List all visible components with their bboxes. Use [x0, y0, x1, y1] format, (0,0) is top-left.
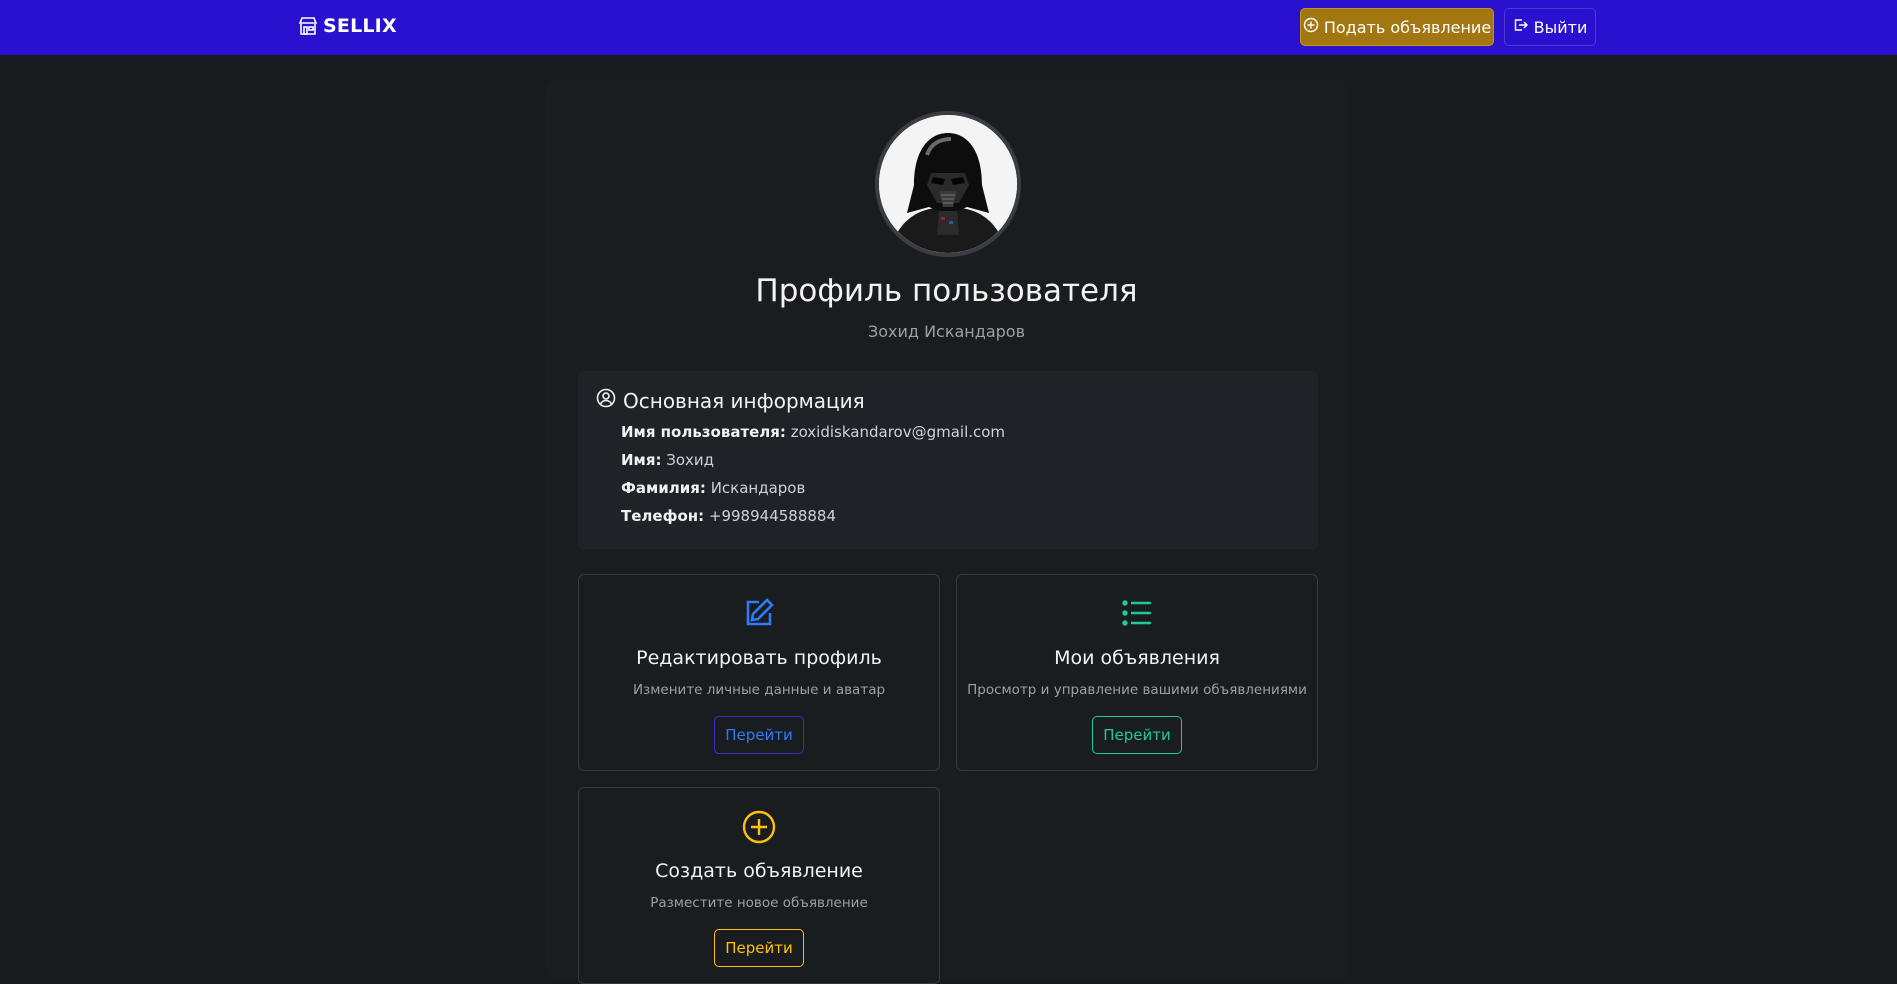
feature-description: Разместите новое объявление — [650, 895, 868, 911]
list-icon — [957, 599, 1317, 627]
brand-name: SELLIX — [323, 15, 397, 37]
info-row-phone: Телефон: +998944588884 — [621, 507, 836, 525]
create-ad-card: Создать объявление Разместите новое объя… — [578, 787, 940, 984]
info-value: Искандаров — [710, 479, 806, 497]
info-label: Имя: — [621, 451, 662, 469]
feature-description: Измените личные данные и аватар — [632, 682, 886, 698]
feature-title: Редактировать профиль — [636, 647, 882, 669]
my-ads-go-button[interactable]: Перейти — [1092, 716, 1182, 754]
info-value: zoxidiskandarov@gmail.com — [790, 423, 1006, 441]
basic-info-heading: Основная информация — [596, 388, 865, 413]
info-row-first-name: Имя: Зохид — [621, 451, 714, 469]
user-full-name: Зохид Искандаров — [868, 322, 1025, 341]
page-title: Профиль пользователя — [755, 273, 1138, 309]
feature-title: Мои объявления — [1054, 647, 1220, 669]
my-ads-card: Мои объявления Просмотр и управление ваш… — [956, 574, 1318, 771]
navbar: SELLIX Подать объявление Выйти — [0, 0, 1897, 55]
info-value: Зохид — [666, 451, 715, 469]
info-row-last-name: Фамилия: Искандаров — [621, 479, 805, 497]
info-row-username: Имя пользователя: zoxidiskandarov@gmail.… — [621, 423, 1005, 441]
feature-title: Создать объявление — [655, 860, 863, 882]
info-value: +998944588884 — [708, 507, 836, 525]
logout-label: Выйти — [1533, 17, 1588, 37]
store-icon — [298, 16, 318, 36]
brand-link[interactable]: SELLIX — [298, 15, 397, 37]
logout-icon — [1513, 17, 1529, 37]
avatar — [875, 111, 1021, 257]
plus-circle-icon — [1303, 17, 1319, 37]
edit-profile-card: Редактировать профиль Измените личные да… — [578, 574, 940, 771]
create-ad-go-button[interactable]: Перейти — [714, 929, 804, 967]
logout-button[interactable]: Выйти — [1504, 8, 1596, 46]
basic-info-title: Основная информация — [623, 388, 865, 413]
edit-icon — [579, 597, 939, 629]
edit-profile-go-button[interactable]: Перейти — [714, 716, 804, 754]
feature-description: Просмотр и управление вашими объявлениям… — [967, 682, 1307, 698]
plus-circle-icon — [579, 810, 939, 844]
post-ad-label: Подать объявление — [1323, 17, 1492, 37]
info-label: Имя пользователя: — [621, 423, 786, 441]
user-circle-icon — [596, 388, 616, 413]
info-label: Фамилия: — [621, 479, 706, 497]
info-label: Телефон: — [621, 507, 705, 525]
post-ad-button[interactable]: Подать объявление — [1300, 8, 1494, 46]
